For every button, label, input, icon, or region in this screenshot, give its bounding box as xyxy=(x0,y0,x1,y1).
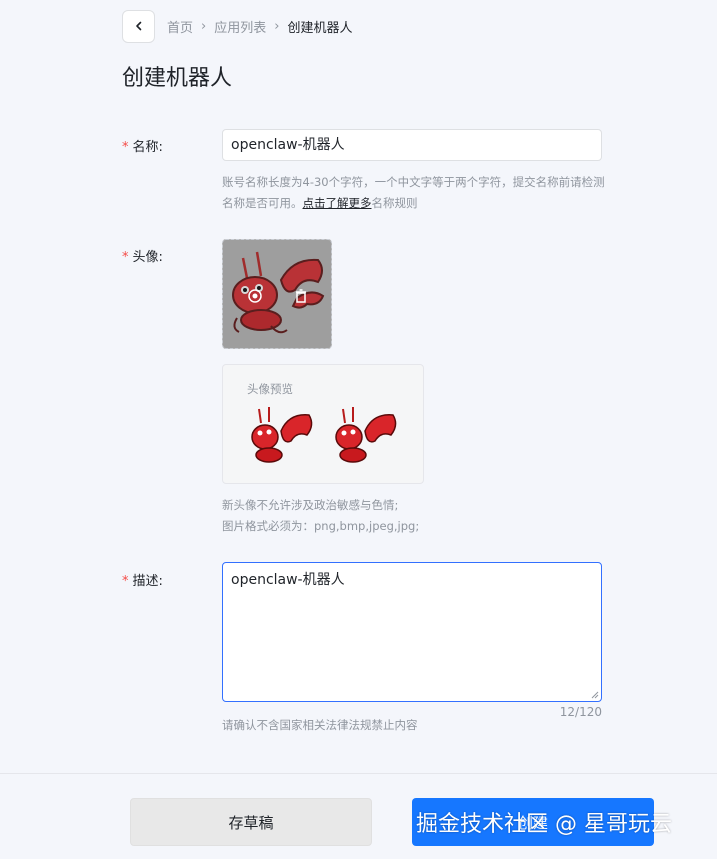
footer-bar: 存草稿 创建 xyxy=(0,773,717,859)
chevron-right-icon: › xyxy=(201,18,207,34)
create-button[interactable]: 创建 xyxy=(412,798,654,846)
required-mark: * xyxy=(122,140,129,155)
description-label: * 描述: xyxy=(122,570,163,589)
avatar-label-text: 头像: xyxy=(132,250,163,265)
description-hint: 请确认不含国家相关法律法规禁止内容 xyxy=(222,718,418,732)
name-label: * 名称: xyxy=(122,136,163,155)
avatar-upload[interactable] xyxy=(222,239,332,349)
avatar-hint-line1: 新头像不允许涉及政治敏感与色情; xyxy=(222,498,399,512)
required-mark: * xyxy=(122,250,129,265)
breadcrumb-app-list[interactable]: 应用列表 xyxy=(214,17,266,36)
name-input[interactable]: openclaw-机器人 xyxy=(222,129,602,161)
lobster-preview-small xyxy=(335,407,397,463)
breadcrumb-home[interactable]: 首页 xyxy=(167,17,193,36)
name-hint: 账号名称长度为4-30个字符，一个中文字等于两个字符，提交名称前请检测名称是否可… xyxy=(222,172,607,214)
page-title: 创建机器人 xyxy=(122,66,233,91)
chevron-right-icon: › xyxy=(274,18,280,34)
breadcrumb: 首页 › 应用列表 › 创建机器人 xyxy=(122,9,353,43)
avatar-hint-line2: 图片格式必须为：png,bmp,jpeg,jpg; xyxy=(222,519,420,533)
avatar-hint: 新头像不允许涉及政治敏感与色情; 图片格式必须为：png,bmp,jpeg,jp… xyxy=(222,495,607,537)
description-label-text: 描述: xyxy=(132,574,163,589)
save-draft-button[interactable]: 存草稿 xyxy=(130,798,372,846)
back-button[interactable] xyxy=(122,9,155,43)
avatar-preview-title: 头像预览 xyxy=(247,382,293,396)
learn-more-link[interactable]: 点击了解更多 xyxy=(303,196,372,210)
lobster-preview-large xyxy=(251,407,313,463)
view-icon[interactable] xyxy=(247,288,263,304)
description-textarea[interactable]: openclaw-机器人 xyxy=(222,562,602,702)
name-hint-suffix: 名称规则 xyxy=(371,196,418,210)
resize-grip-icon[interactable] xyxy=(591,691,599,699)
avatar-preview: 头像预览 xyxy=(222,364,424,484)
required-mark: * xyxy=(122,574,129,589)
name-label-text: 名称: xyxy=(132,140,163,155)
avatar-hover-overlay xyxy=(223,240,331,348)
avatar-label: * 头像: xyxy=(122,246,163,265)
breadcrumb-current: 创建机器人 xyxy=(287,20,353,36)
description-value: openclaw-机器人 xyxy=(231,572,345,588)
chevron-left-icon xyxy=(135,21,141,31)
delete-icon[interactable] xyxy=(293,288,309,304)
